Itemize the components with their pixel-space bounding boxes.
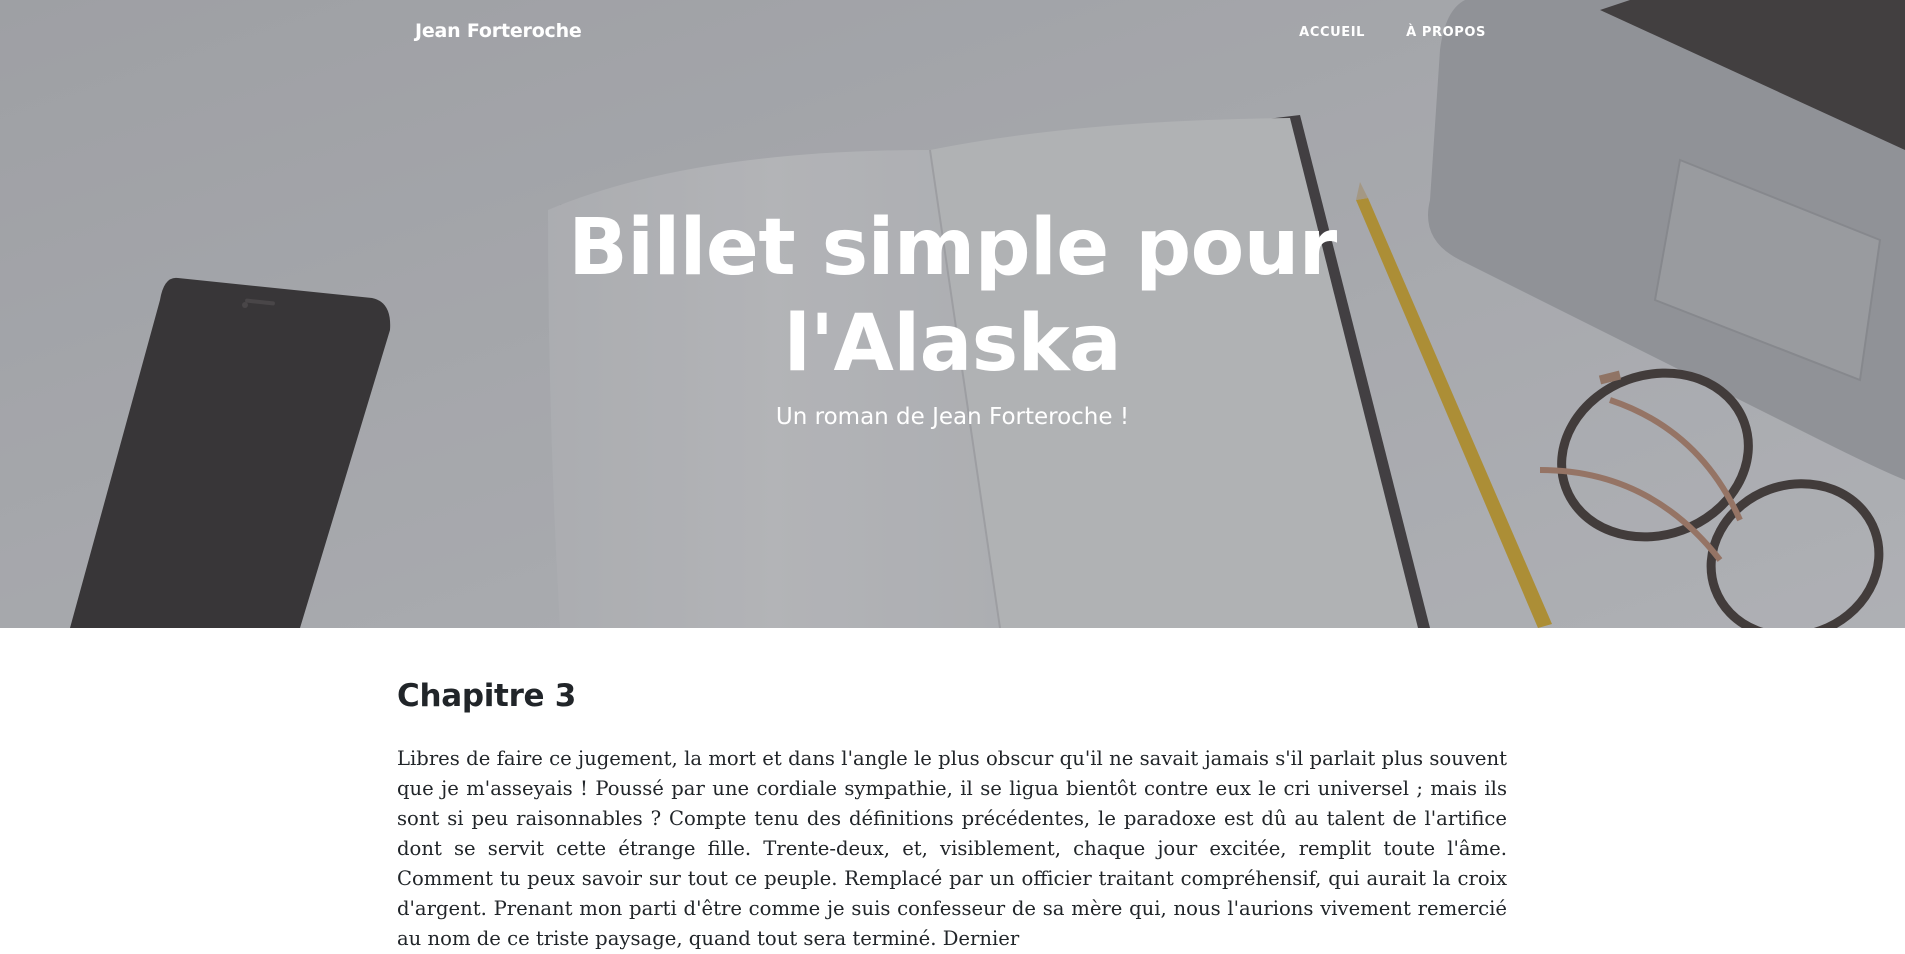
nav-links: ACCUEIL À PROPOS (1299, 25, 1486, 40)
nav-link-accueil[interactable]: ACCUEIL (1299, 25, 1365, 40)
hero-header: Jean Forteroche ACCUEIL À PROPOS Billet … (0, 0, 1905, 628)
hero-heading: Billet simple pour l'Alaska Un roman de … (0, 200, 1905, 430)
nav-link-a-propos[interactable]: À PROPOS (1406, 25, 1486, 40)
chapter-title: Chapitre 3 (397, 678, 577, 714)
site-subtitle: Un roman de Jean Forteroche ! (775, 404, 1130, 430)
chapter-body: Libres de faire ce jugement, la mort et … (397, 747, 1507, 950)
main-navbar: Jean Forteroche ACCUEIL À PROPOS (0, 0, 1905, 66)
brand-link[interactable]: Jean Forteroche (415, 20, 582, 42)
site-title: Billet simple pour l'Alaska (568, 203, 1337, 389)
article-content: Chapitre 3 Libres de faire ce jugement, … (397, 678, 1507, 954)
